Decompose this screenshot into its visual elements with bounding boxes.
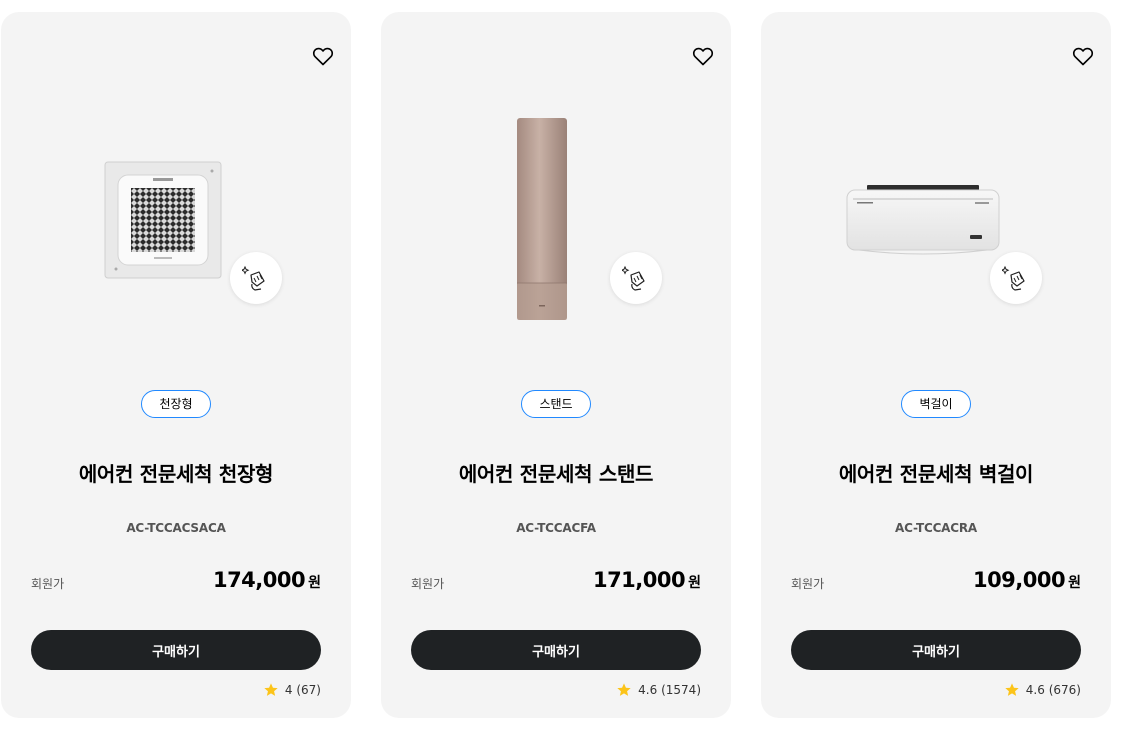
- buy-button[interactable]: 구매하기: [411, 630, 701, 670]
- rating: 4.6 (676): [1004, 682, 1081, 698]
- heart-outline-icon[interactable]: [1071, 44, 1095, 68]
- heart-outline-icon[interactable]: [311, 44, 335, 68]
- review-count: (67): [296, 683, 321, 697]
- rating-value: 4.6: [638, 683, 658, 697]
- heart-outline-icon[interactable]: [691, 44, 715, 68]
- price-label: 회원가: [411, 577, 445, 591]
- product-card[interactable]: 천장형 에어컨 전문세척 천장형 AC-TCCACSACA 회원가 174,00…: [1, 12, 351, 718]
- product-title[interactable]: 에어컨 전문세척 스탠드: [381, 458, 731, 487]
- price-unit: 원: [308, 575, 321, 591]
- buy-button[interactable]: 구매하기: [791, 630, 1081, 670]
- product-title[interactable]: 에어컨 전문세척 벽걸이: [761, 458, 1111, 487]
- review-count: (676): [1048, 683, 1081, 697]
- price-value: 174,000: [212, 568, 306, 592]
- star-icon: [264, 683, 278, 696]
- price-label: 회원가: [31, 577, 65, 591]
- cleaning-badge: [230, 252, 282, 304]
- model-code: AC-TCCACSACA: [126, 521, 226, 535]
- rating: 4 (67): [263, 682, 321, 698]
- cleaning-badge: [990, 252, 1042, 304]
- star-icon: [1005, 683, 1019, 696]
- type-badge: 천장형: [141, 390, 211, 418]
- hand-cleaning-icon: [1002, 265, 1025, 291]
- model-code: AC-TCCACRA: [894, 521, 977, 535]
- price: 109,000 원: [973, 568, 1081, 592]
- type-badge: 벽걸이: [901, 390, 971, 418]
- wall-mounted-air-conditioner-image[interactable]: [845, 184, 1001, 256]
- product-card[interactable]: 벽걸이 에어컨 전문세척 벽걸이 AC-TCCACRA 회원가 109,000 …: [761, 12, 1111, 718]
- stand-air-conditioner-image[interactable]: [515, 117, 569, 322]
- type-badge: 스탠드: [521, 390, 591, 418]
- hand-cleaning-icon: [242, 265, 265, 291]
- ceiling-cassette-image[interactable]: [104, 161, 222, 279]
- hand-cleaning-icon: [622, 265, 645, 291]
- cleaning-badge: [610, 252, 662, 304]
- rating-value: 4.6: [1025, 683, 1045, 697]
- review-count: (1574): [661, 683, 701, 697]
- price-unit: 원: [1068, 575, 1081, 591]
- buy-button[interactable]: 구매하기: [31, 630, 321, 670]
- price-label: 회원가: [791, 577, 825, 591]
- product-title[interactable]: 에어컨 전문세척 천장형: [1, 458, 351, 487]
- rating: 4.6 (1574): [616, 682, 701, 698]
- price: 174,000 원: [213, 568, 321, 592]
- price: 171,000 원: [593, 568, 701, 592]
- model-code: AC-TCCACFA: [516, 521, 596, 535]
- price-value: 109,000: [972, 568, 1066, 592]
- price-value: 171,000: [592, 568, 686, 592]
- star-icon: [617, 683, 631, 696]
- rating-value: 4: [284, 683, 293, 697]
- product-card[interactable]: 스탠드 에어컨 전문세척 스탠드 AC-TCCACFA 회원가 171,000 …: [381, 12, 731, 718]
- price-unit: 원: [688, 575, 701, 591]
